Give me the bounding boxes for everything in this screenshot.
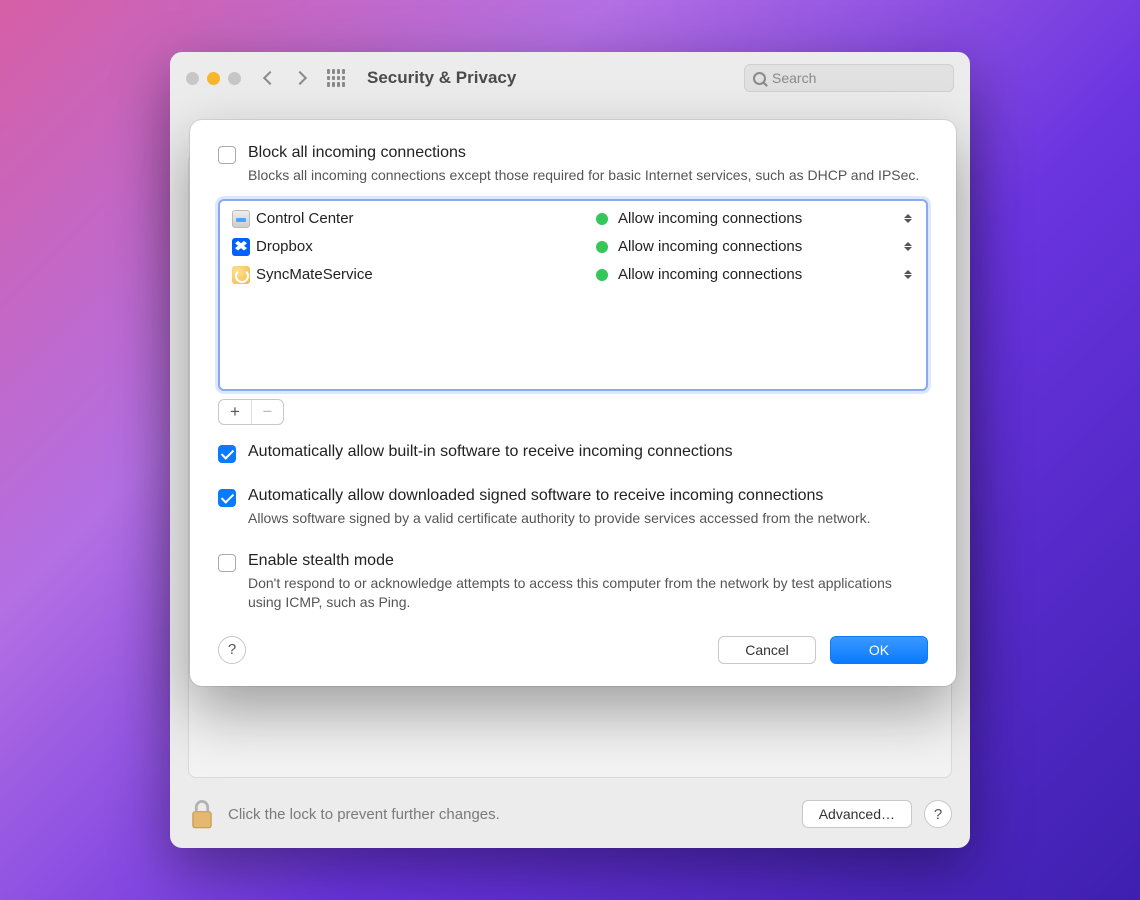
app-name: Dropbox [256, 238, 596, 255]
app-status: Allow incoming connections [618, 266, 904, 283]
dialog-footer: ? Cancel OK [218, 636, 928, 664]
auto-signed-checkbox[interactable] [218, 489, 236, 507]
search-icon [753, 72, 766, 85]
minimize-window-button[interactable] [207, 72, 220, 85]
ok-button[interactable]: OK [830, 636, 928, 664]
zoom-window-button[interactable] [228, 72, 241, 85]
firewall-options-dialog: Block all incoming connections Blocks al… [190, 120, 956, 686]
lock-icon[interactable] [188, 798, 216, 830]
auto-signed-title: Automatically allow downloaded signed so… [248, 487, 928, 505]
stealth-checkbox[interactable] [218, 554, 236, 572]
app-list[interactable]: Control Center Allow incoming connections… [218, 199, 928, 391]
forward-button[interactable] [293, 71, 307, 85]
traffic-lights [186, 72, 241, 85]
search-placeholder: Search [772, 70, 816, 86]
status-popup-button[interactable] [904, 242, 914, 251]
status-dot-icon [596, 269, 608, 281]
add-remove-buttons: + − [218, 399, 284, 425]
remove-app-button[interactable]: − [251, 400, 283, 424]
show-all-icon[interactable] [327, 69, 345, 87]
app-status: Allow incoming connections [618, 238, 904, 255]
stealth-option: Enable stealth mode Don't respond to or … [218, 552, 928, 612]
app-name: SyncMateService [256, 266, 596, 283]
block-all-option: Block all incoming connections Blocks al… [218, 144, 928, 185]
app-icon [232, 210, 250, 228]
advanced-button[interactable]: Advanced… [802, 800, 912, 828]
block-all-title: Block all incoming connections [248, 144, 928, 162]
add-app-button[interactable]: + [219, 400, 251, 424]
block-all-desc: Blocks all incoming connections except t… [248, 166, 928, 185]
app-icon [232, 266, 250, 284]
bottom-row: Click the lock to prevent further change… [188, 798, 952, 830]
nav-arrows [265, 73, 305, 83]
block-all-checkbox[interactable] [218, 146, 236, 164]
help-button[interactable]: ? [924, 800, 952, 828]
auto-signed-option: Automatically allow downloaded signed so… [218, 487, 928, 528]
status-popup-button[interactable] [904, 214, 914, 223]
stealth-desc: Don't respond to or acknowledge attempts… [248, 574, 928, 612]
status-dot-icon [596, 241, 608, 253]
status-popup-button[interactable] [904, 270, 914, 279]
window-title: Security & Privacy [367, 68, 516, 88]
auto-builtin-title: Automatically allow built-in software to… [248, 443, 928, 461]
app-status: Allow incoming connections [618, 210, 904, 227]
auto-builtin-option: Automatically allow built-in software to… [218, 443, 928, 463]
cancel-button[interactable]: Cancel [718, 636, 816, 664]
close-window-button[interactable] [186, 72, 199, 85]
stealth-title: Enable stealth mode [248, 552, 928, 570]
app-icon [232, 238, 250, 256]
search-input[interactable]: Search [744, 64, 954, 92]
app-name: Control Center [256, 210, 596, 227]
app-row[interactable]: Control Center Allow incoming connections [220, 205, 926, 233]
app-row[interactable]: Dropbox Allow incoming connections [220, 233, 926, 261]
auto-builtin-checkbox[interactable] [218, 445, 236, 463]
lock-text: Click the lock to prevent further change… [228, 806, 500, 823]
status-dot-icon [596, 213, 608, 225]
titlebar: Security & Privacy Search [170, 52, 970, 104]
dialog-help-button[interactable]: ? [218, 636, 246, 664]
back-button[interactable] [263, 71, 277, 85]
app-row[interactable]: SyncMateService Allow incoming connection… [220, 261, 926, 289]
auto-signed-desc: Allows software signed by a valid certif… [248, 509, 928, 528]
